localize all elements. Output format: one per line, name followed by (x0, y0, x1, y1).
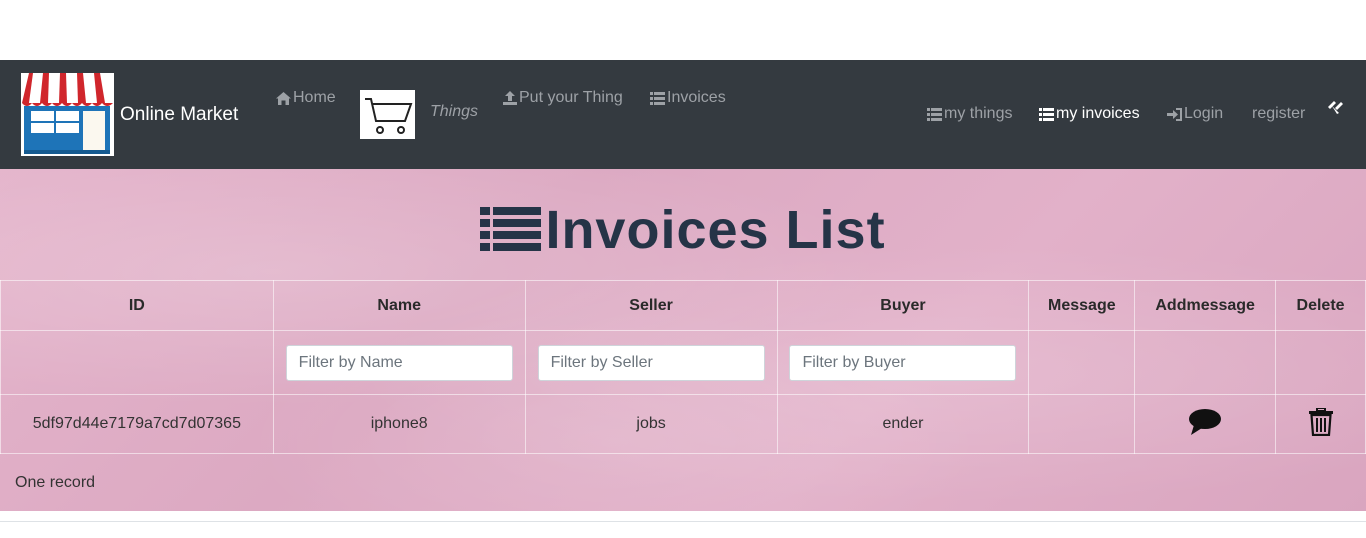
navbar: Online Market Home Things Put your Thing… (0, 60, 1366, 169)
header-id[interactable]: ID (0, 280, 274, 331)
page-title-text: Invoices List (545, 200, 886, 260)
brand-name: Online Market (120, 103, 239, 125)
nav-login[interactable]: Login (1167, 105, 1223, 123)
nav-invoices-label: Invoices (667, 89, 726, 106)
header-message[interactable]: Message (1028, 280, 1136, 331)
filter-cell-message (1028, 330, 1136, 395)
home-icon (276, 91, 291, 105)
trash-icon[interactable] (1308, 406, 1333, 441)
header-delete[interactable]: Delete (1275, 280, 1366, 331)
table-row: 5df97d44e7179a7cd7d07365 iphone8 jobs en… (0, 394, 1366, 454)
list-icon (480, 207, 542, 253)
cell-id: 5df97d44e7179a7cd7d07365 (0, 394, 274, 454)
filter-cell-delete (1275, 330, 1366, 395)
page-title: Invoices List (0, 199, 1366, 261)
cart-icon[interactable] (360, 90, 415, 139)
filter-buyer-input[interactable] (789, 344, 1017, 381)
nav-home-label: Home (293, 89, 336, 106)
filter-cell-addmessage (1134, 330, 1277, 395)
filter-name-input[interactable] (285, 344, 513, 381)
filter-cell-id (0, 330, 274, 395)
nav-invoices[interactable]: Invoices (650, 89, 726, 107)
cell-name: iphone8 (272, 394, 526, 454)
header-addmessage[interactable]: Addmessage (1134, 280, 1277, 331)
brand[interactable]: Online Market (21, 73, 238, 156)
nav-register[interactable]: register (1252, 105, 1305, 123)
filter-cell-buyer (776, 330, 1030, 395)
satellite-icon[interactable] (1326, 98, 1344, 116)
nav-my-things[interactable]: my things (927, 105, 1012, 123)
cell-delete (1275, 394, 1366, 454)
list-icon (1039, 107, 1054, 121)
list-icon (927, 107, 942, 121)
filter-seller-input[interactable] (537, 344, 765, 381)
cell-addmessage (1134, 394, 1277, 454)
nav-my-things-label: my things (944, 105, 1013, 122)
record-count: One record (15, 474, 96, 491)
nav-put-your-thing[interactable]: Put your Thing (503, 89, 623, 107)
main-content: Invoices List ID Name Seller Buyer Messa… (0, 169, 1366, 511)
table-header-row: ID Name Seller Buyer Message Addmessage … (0, 280, 1366, 331)
cell-buyer: ender (776, 394, 1030, 454)
list-icon (650, 91, 665, 105)
bottom-strip (0, 521, 1366, 538)
header-name[interactable]: Name (272, 280, 526, 331)
sign-in-icon (1167, 107, 1182, 121)
cell-seller: jobs (524, 394, 778, 454)
nav-login-label: Login (1184, 105, 1224, 122)
nav-things[interactable]: Things (430, 103, 478, 121)
header-buyer[interactable]: Buyer (776, 280, 1030, 331)
cell-message (1028, 394, 1136, 454)
upload-icon (503, 91, 517, 105)
comment-icon[interactable] (1188, 408, 1222, 441)
filter-cell-seller (524, 330, 778, 395)
filter-row (0, 330, 1366, 395)
nav-put-label: Put your Thing (519, 89, 623, 106)
nav-my-invoices-label: my invoices (1056, 105, 1140, 122)
invoices-table: ID Name Seller Buyer Message Addmessage … (0, 280, 1366, 454)
store-logo-icon (21, 73, 114, 156)
filter-cell-name (272, 330, 526, 395)
nav-my-invoices[interactable]: my invoices (1039, 105, 1140, 123)
nav-home[interactable]: Home (276, 89, 336, 107)
header-seller[interactable]: Seller (524, 280, 778, 331)
